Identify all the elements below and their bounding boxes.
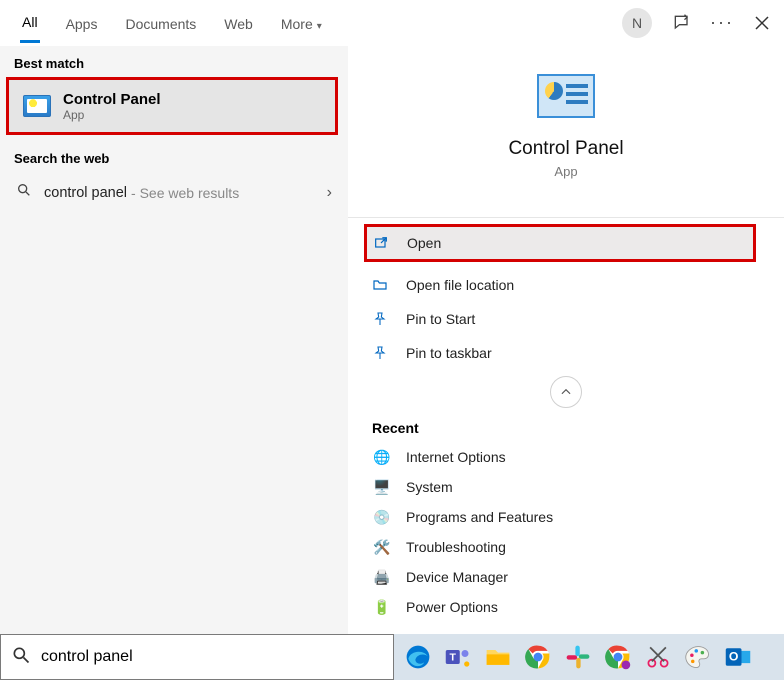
taskbar-slack-icon[interactable] — [560, 639, 596, 675]
svg-text:O: O — [729, 650, 739, 664]
detail-pane: Control Panel App Open Open file locatio… — [348, 46, 784, 634]
best-match-title: Control Panel — [63, 91, 161, 108]
action-open[interactable]: Open — [364, 224, 756, 262]
action-label: Pin to taskbar — [406, 345, 492, 361]
recent-item[interactable]: 🖨️ Device Manager — [372, 562, 772, 592]
tab-web[interactable]: Web — [222, 4, 255, 42]
recent-item-label: Programs and Features — [406, 509, 553, 525]
detail-subtitle: App — [348, 164, 784, 179]
filter-tabs: All Apps Documents Web More▾ — [20, 2, 324, 43]
recent-item[interactable]: 🌐 Internet Options — [372, 442, 772, 472]
recent-item-label: Device Manager — [406, 569, 508, 585]
chevron-down-icon: ▾ — [317, 21, 322, 32]
action-label: Open — [407, 235, 441, 251]
best-match-label: Best match — [0, 46, 348, 77]
pin-icon — [372, 345, 392, 361]
taskbar-snip-icon[interactable] — [640, 639, 676, 675]
control-panel-icon — [23, 95, 51, 117]
taskbar-teams-icon[interactable]: T — [440, 639, 476, 675]
folder-icon — [372, 277, 392, 293]
recent-item-label: Internet Options — [406, 449, 506, 465]
control-panel-large-icon — [537, 74, 595, 118]
open-icon — [373, 235, 393, 251]
action-label: Pin to Start — [406, 311, 475, 327]
recent-item-label: System — [406, 479, 453, 495]
action-label: Open file location — [406, 277, 514, 293]
recent-item[interactable]: 🛠️ Troubleshooting — [372, 532, 772, 562]
recent-list: 🌐 Internet Options 🖥️ System 💿 Programs and… — [348, 442, 784, 622]
system-icon: 🖥️ — [372, 477, 392, 497]
taskbar-outlook-icon[interactable]: O — [720, 639, 756, 675]
search-icon — [16, 182, 34, 203]
svg-text:T: T — [450, 652, 457, 664]
tab-documents[interactable]: Documents — [123, 4, 198, 42]
action-pin-to-start[interactable]: Pin to Start — [348, 302, 784, 336]
action-open-file-location[interactable]: Open file location — [348, 268, 784, 302]
pin-icon — [372, 311, 392, 327]
taskbar-file-explorer-icon[interactable] — [480, 639, 516, 675]
tab-all[interactable]: All — [20, 2, 40, 43]
power-options-icon: 🔋 — [372, 597, 392, 617]
action-pin-to-taskbar[interactable]: Pin to taskbar — [348, 336, 784, 370]
tab-apps[interactable]: Apps — [64, 4, 100, 42]
search-bar[interactable] — [0, 634, 394, 680]
recent-item[interactable]: 💿 Programs and Features — [372, 502, 772, 532]
user-avatar[interactable]: N — [622, 8, 652, 38]
taskbar-edge-icon[interactable] — [400, 639, 436, 675]
best-match-result[interactable]: Control Panel App — [6, 77, 338, 135]
troubleshooting-icon: 🛠️ — [372, 537, 392, 557]
tab-more[interactable]: More▾ — [279, 4, 324, 42]
best-match-subtitle: App — [63, 108, 161, 122]
web-search-result[interactable]: control panel - See web results › — [0, 172, 348, 213]
chevron-right-icon: › — [327, 184, 332, 202]
more-options-icon[interactable]: ··· — [712, 13, 732, 33]
web-query-text: control panel — [44, 185, 127, 201]
results-pane: Best match Control Panel App Search the … — [0, 46, 348, 634]
feedback-icon[interactable] — [672, 13, 692, 33]
taskbar-chrome-icon[interactable] — [520, 639, 556, 675]
recent-item[interactable]: 🔋 Power Options — [372, 592, 772, 622]
recent-item[interactable]: 🖥️ System — [372, 472, 772, 502]
header-actions: N ··· — [622, 8, 772, 38]
header-bar: All Apps Documents Web More▾ N ··· — [0, 0, 784, 46]
recent-item-label: Power Options — [406, 599, 498, 615]
taskbar-chrome-alt-icon[interactable] — [600, 639, 636, 675]
search-icon — [11, 645, 33, 670]
search-web-label: Search the web — [0, 141, 348, 172]
close-button[interactable] — [752, 13, 772, 33]
recent-item-label: Troubleshooting — [406, 539, 506, 555]
internet-options-icon: 🌐 — [372, 447, 392, 467]
programs-icon: 💿 — [372, 507, 392, 527]
taskbar-paint-icon[interactable] — [680, 639, 716, 675]
device-manager-icon: 🖨️ — [372, 567, 392, 587]
web-hint-text: - See web results — [131, 185, 239, 201]
search-input[interactable] — [41, 648, 383, 666]
recent-label: Recent — [348, 412, 784, 442]
detail-title: Control Panel — [348, 138, 784, 160]
action-list: Open Open file location Pin to Start Pin… — [348, 217, 784, 370]
collapse-button[interactable] — [550, 376, 582, 408]
taskbar: T O — [394, 634, 784, 680]
